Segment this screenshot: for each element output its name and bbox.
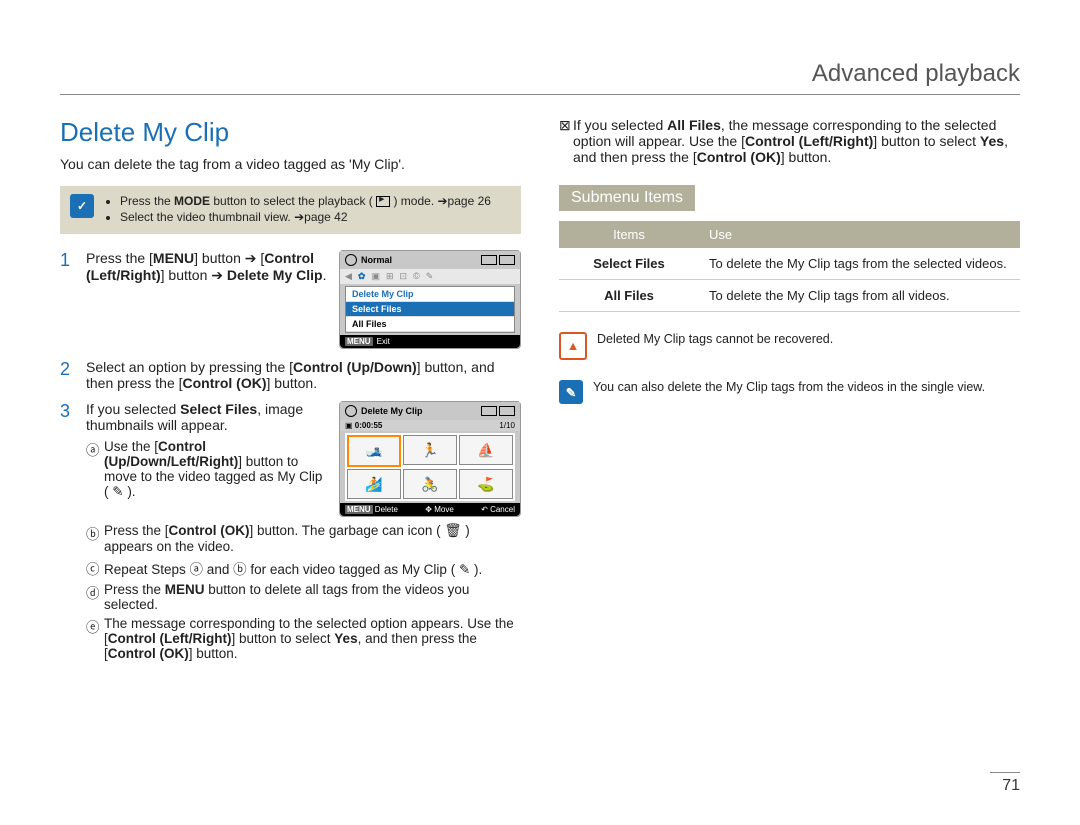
move-icon: ✥ (425, 505, 432, 514)
battery-icon (499, 406, 515, 416)
thumbnail: ⛵ (459, 435, 513, 465)
right-column: ⊠ If you selected All Files, the message… (559, 117, 1020, 675)
lcd-screen-menu: Normal ◀✿▣⊞⊡©✎ Delete My Clip Select Fil… (339, 250, 521, 349)
section-header: Advanced playback (60, 60, 1020, 95)
right-continuation: ⊠ If you selected All Files, the message… (559, 117, 1020, 165)
thumbnail: 🏃 (403, 435, 457, 465)
step-number: 3 (60, 401, 80, 665)
submenu-table: Items Use Select Files To delete the My … (559, 221, 1020, 312)
intro-text: You can delete the tag from a video tagg… (60, 156, 521, 172)
prereq-list: Press the MODE button to select the play… (104, 194, 491, 226)
step-number: 2 (60, 359, 80, 391)
paint-icon: ✎ (459, 562, 470, 577)
prerequisite-box: ✓ Press the MODE button to select the pl… (60, 186, 521, 234)
warning-icon: ▲ (559, 332, 587, 360)
table-header-items: Items (559, 221, 699, 248)
page-number: 71 (990, 772, 1020, 795)
back-icon: ↶ (481, 505, 488, 514)
battery-icon (499, 255, 515, 265)
substep-list: ⓐUse the [Control (Up/Down/Left/Right)] … (86, 439, 329, 500)
card-icon (481, 255, 497, 265)
step-3: 3 If you selected Select Files, image th… (60, 401, 521, 665)
step-1: 1 Press the [MENU] button ➔ [Control (Le… (60, 250, 521, 349)
step-list: 1 Press the [MENU] button ➔ [Control (Le… (60, 250, 521, 665)
card-icon (481, 406, 497, 416)
table-row: Select Files To delete the My Clip tags … (559, 248, 1020, 280)
paint-icon: ✎ (112, 484, 123, 499)
thumbnail: 🚴 (403, 469, 457, 499)
check-icon: ✓ (70, 194, 94, 218)
bullet-icon: ⊠ (559, 117, 573, 165)
substep-list-cont: ⓑPress the [Control (OK)] button. The ga… (86, 523, 521, 661)
thumbnail: 🏄 (347, 469, 401, 499)
submenu-heading: Submenu Items (559, 185, 695, 211)
storage-icon: ▣ (345, 421, 353, 430)
two-column-layout: Delete My Clip You can delete the tag fr… (60, 117, 1020, 675)
settings-icon (345, 254, 357, 266)
info-note: ✎ You can also delete the My Clip tags f… (559, 380, 1020, 404)
thumbnail: ⛳ (459, 469, 513, 499)
settings-icon (345, 405, 357, 417)
step-number: 1 (60, 250, 80, 349)
menu-item: All Files (346, 317, 514, 332)
page-title: Delete My Clip (60, 117, 521, 148)
lcd-screen-thumbnails: Delete My Clip ▣ 0:00:55 1/10 🎿 🏃 (339, 401, 521, 517)
trash-icon: 🗑 (444, 523, 461, 538)
table-row: All Files To delete the My Clip tags fro… (559, 280, 1020, 312)
menu-item-selected: Select Files (346, 302, 514, 317)
left-column: Delete My Clip You can delete the tag fr… (60, 117, 521, 675)
table-header-use: Use (699, 221, 1020, 248)
warning-note: ▲ Deleted My Clip tags cannot be recover… (559, 332, 1020, 360)
playback-mode-icon (376, 196, 390, 207)
info-icon: ✎ (559, 380, 583, 404)
menu-title: Delete My Clip (346, 287, 514, 302)
step-2: 2 Select an option by pressing the [Cont… (60, 359, 521, 391)
thumbnail-selected: 🎿 (347, 435, 401, 467)
manual-page: Advanced playback Delete My Clip You can… (0, 0, 1080, 825)
